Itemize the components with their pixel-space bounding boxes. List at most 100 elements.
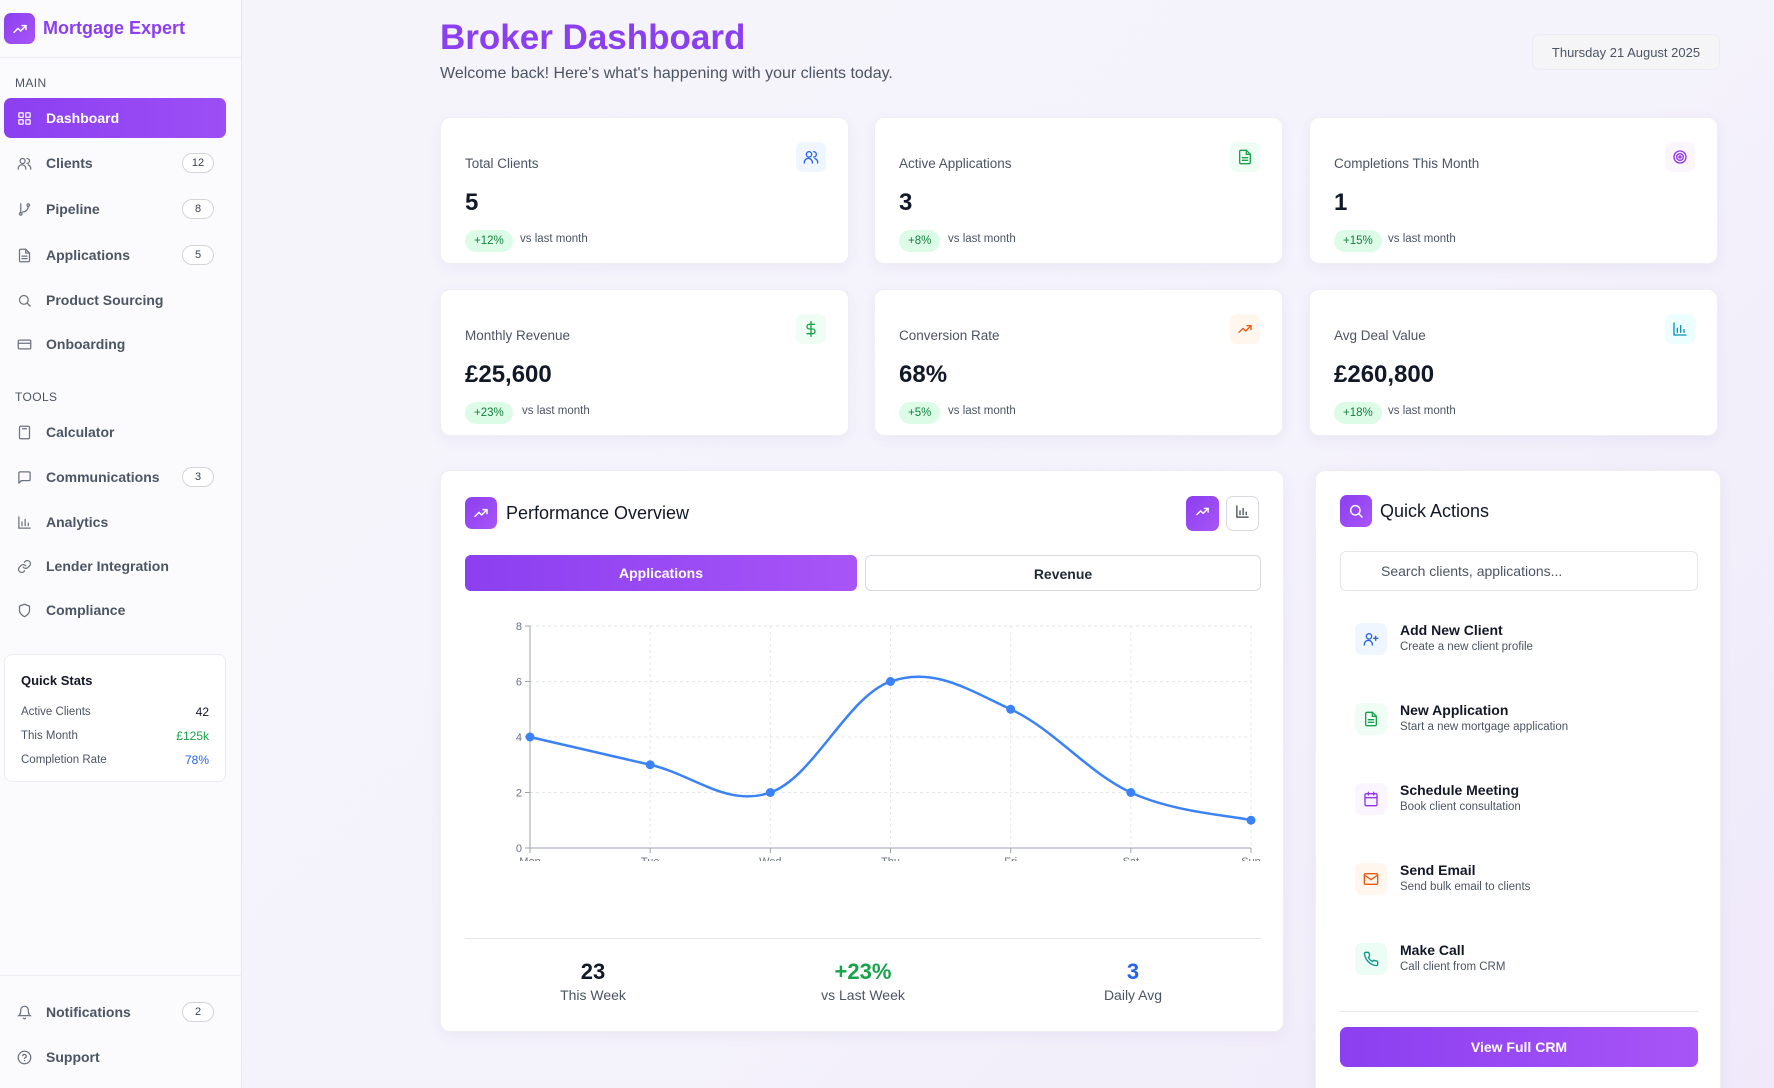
x-tick-label: Mon — [519, 856, 540, 861]
quick-stat-row: This Month £125k — [21, 724, 209, 748]
sidebar-item-label: Pipeline — [46, 201, 100, 217]
sidebar-item-lender-integration[interactable]: Lender Integration — [4, 546, 226, 586]
sidebar-item-label: Calculator — [46, 424, 115, 440]
sidebar-item-pipeline[interactable]: Pipeline 8 — [4, 189, 226, 229]
tab-applications[interactable]: Applications — [465, 555, 857, 591]
search-input[interactable] — [1340, 551, 1698, 591]
summary-value: +23% — [834, 959, 892, 984]
stat-value: £25,600 — [465, 361, 552, 388]
sidebar-item-communications[interactable]: Communications 3 — [4, 457, 226, 497]
count-badge: 8 — [182, 199, 214, 219]
sidebar-item-label: Support — [46, 1049, 100, 1065]
search-icon — [1340, 495, 1372, 527]
sidebar-bottom — [0, 975, 242, 976]
summary-label: Daily Avg — [1103, 987, 1163, 1003]
data-point — [1126, 788, 1136, 797]
action-add-new-client[interactable]: Add New Client Create a new client profi… — [1340, 609, 1698, 669]
dollar-icon — [796, 314, 826, 344]
phone-icon — [1355, 943, 1387, 975]
users-icon — [16, 155, 32, 171]
action-make-call[interactable]: Make Call Call client from CRM — [1340, 929, 1698, 989]
sidebar-item-label: Product Sourcing — [46, 292, 164, 308]
view-full-crm-button[interactable]: View Full CRM — [1340, 1027, 1698, 1067]
sidebar-item-label: Clients — [46, 155, 93, 171]
user-plus-icon — [1355, 623, 1387, 655]
brand-name: Mortgage Expert — [43, 18, 186, 38]
file-text-icon — [1355, 703, 1387, 735]
bar-chart-toggle-button[interactable] — [1226, 496, 1259, 531]
stat-change-badge: +15% — [1334, 230, 1382, 252]
sidebar-item-label: Dashboard — [46, 110, 120, 126]
data-point — [886, 677, 895, 686]
action-subtitle: Call client from CRM — [1400, 961, 1506, 973]
git-branch-icon — [16, 201, 32, 217]
action-title: Make Call — [1400, 942, 1465, 958]
quick-stat-label: Completion Rate — [21, 754, 107, 766]
x-tick-label: Sat — [1123, 856, 1140, 861]
grid-icon — [16, 110, 32, 126]
action-subtitle: Send bulk email to clients — [1400, 881, 1531, 893]
line-chart-toggle-button[interactable] — [1186, 496, 1219, 531]
quick-actions-card: Quick Actions Add New Client Create a ne… — [1315, 470, 1721, 1088]
sidebar-item-label: Applications — [46, 247, 131, 263]
summary-daily-avg: 3 Daily Avg — [1033, 959, 1233, 1003]
x-tick-label: Thu — [881, 856, 900, 861]
quick-stat-label: This Month — [21, 730, 78, 742]
page-title: Broker Dashboard — [440, 18, 746, 57]
bar-chart-icon — [1235, 504, 1250, 524]
stat-label: Active Applications — [899, 156, 1012, 171]
quick-actions-title: Quick Actions — [1380, 501, 1490, 521]
sidebar-item-applications[interactable]: Applications 5 — [4, 235, 226, 275]
action-title: Add New Client — [1400, 622, 1503, 638]
stat-card-total-clients: Total Clients 5 +12% vs last month — [440, 117, 849, 264]
stat-vs-label: vs last month — [520, 233, 588, 245]
stat-value: 3 — [899, 189, 913, 216]
action-new-application[interactable]: New Application Start a new mortgage app… — [1340, 689, 1698, 749]
stat-label: Total Clients — [465, 156, 539, 171]
quick-stat-row: Completion Rate 78% — [21, 748, 209, 772]
section-label-main: MAIN — [15, 76, 47, 90]
summary-label: vs Last Week — [821, 987, 905, 1003]
stat-label: Avg Deal Value — [1334, 328, 1426, 343]
quick-stat-value: £125k — [176, 729, 209, 743]
stat-value: 68% — [899, 361, 948, 388]
stat-change-badge: +12% — [465, 230, 513, 252]
action-send-email[interactable]: Send Email Send bulk email to clients — [1340, 849, 1698, 909]
stat-card-avg-deal-value: Avg Deal Value £260,800 +18% vs last mon… — [1309, 289, 1718, 436]
trending-up-icon — [4, 13, 35, 44]
data-point — [1246, 815, 1256, 825]
action-subtitle: Start a new mortgage application — [1400, 721, 1569, 733]
stat-value: 1 — [1334, 189, 1348, 216]
sidebar-item-onboarding[interactable]: Onboarding — [4, 324, 226, 364]
help-circle-icon — [16, 1049, 32, 1065]
stat-card-conversion-rate: Conversion Rate 68% +5% vs last month — [874, 289, 1283, 436]
summary-this-week: 23 This Week — [493, 959, 693, 1003]
sidebar-item-notifications[interactable]: Notifications 2 — [4, 992, 226, 1032]
sidebar-item-compliance[interactable]: Compliance — [4, 590, 226, 630]
sidebar-item-dashboard[interactable]: Dashboard — [4, 98, 226, 138]
file-text-icon — [16, 247, 32, 263]
brand[interactable]: Mortgage Expert — [0, 0, 241, 58]
stat-vs-label: vs last month — [1388, 233, 1456, 245]
quick-stat-value: 42 — [195, 705, 209, 719]
quick-stats-card: Quick Stats Active Clients 42 This Month… — [4, 654, 226, 782]
performance-chart: 0 2 4 6 8 Mon Tue Wed Thu Fri Sat Sun — [441, 601, 1285, 868]
tab-revenue[interactable]: Revenue — [865, 555, 1261, 591]
summary-value: 23 — [580, 959, 606, 984]
count-badge: 2 — [182, 1002, 214, 1022]
action-title: New Application — [1400, 702, 1509, 718]
stat-change-badge: +5% — [899, 402, 941, 424]
bell-icon — [16, 1004, 32, 1020]
action-schedule-meeting[interactable]: Schedule Meeting Book client consultatio… — [1340, 769, 1698, 829]
sidebar-item-product-sourcing[interactable]: Product Sourcing — [4, 280, 226, 320]
trending-up-icon — [1195, 504, 1210, 524]
summary-label: This Week — [560, 987, 626, 1003]
sidebar-item-clients[interactable]: Clients 12 — [4, 143, 226, 183]
line-chart: 0 2 4 6 8 Mon Tue Wed Thu Fri Sat Sun — [516, 621, 1261, 868]
sidebar-item-calculator[interactable]: Calculator — [4, 412, 226, 452]
data-point — [1006, 704, 1016, 714]
shield-icon — [16, 602, 32, 618]
sidebar-item-analytics[interactable]: Analytics — [4, 502, 226, 542]
data-point — [765, 788, 775, 797]
sidebar-item-support[interactable]: Support — [4, 1037, 226, 1077]
